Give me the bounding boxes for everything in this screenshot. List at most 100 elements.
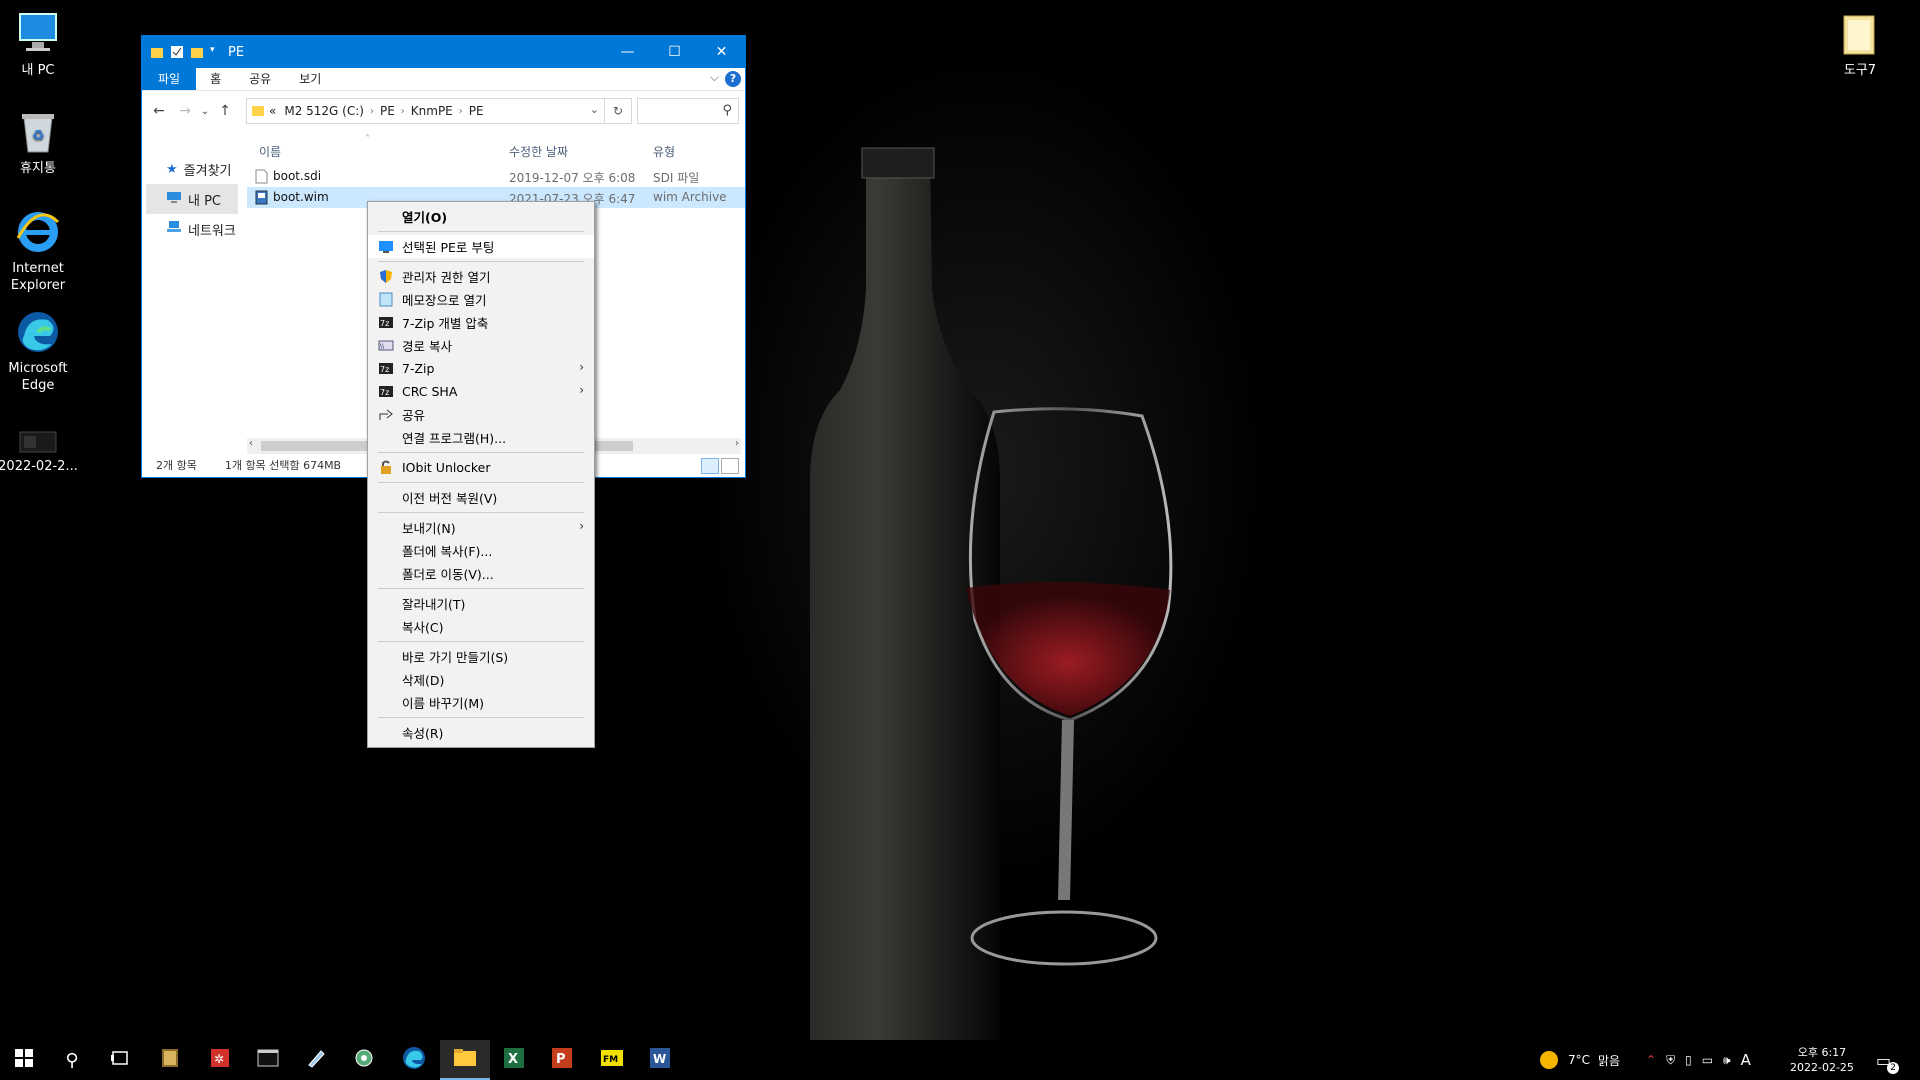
file-row[interactable]: boot.sdi 2019-12-07 오후 6:08 SDI 파일 [247, 166, 745, 187]
desktop-icon-microsoft-edge[interactable]: Microsoft Edge [0, 308, 78, 394]
file-icon [255, 169, 268, 184]
minimize-button[interactable]: — [604, 36, 651, 68]
chevron-right-icon[interactable]: › [401, 106, 405, 117]
volume-icon[interactable]: 🕪 [1723, 1053, 1731, 1068]
large-icons-view-icon[interactable] [721, 458, 739, 474]
new-folder-icon[interactable] [190, 45, 204, 59]
start-button[interactable] [0, 1040, 48, 1080]
refresh-icon[interactable]: ↻ [604, 99, 631, 123]
menu-item-send-to[interactable]: 보내기(N) › [368, 516, 594, 539]
weather-widget[interactable]: 7°C 맑음 [1540, 1040, 1620, 1080]
close-button[interactable]: ✕ [698, 36, 745, 68]
svg-text:✲: ✲ [214, 1052, 224, 1066]
expand-ribbon-icon[interactable]: ⌵ [710, 70, 719, 85]
tab-home[interactable]: 홈 [196, 68, 235, 90]
tab-file[interactable]: 파일 [142, 68, 197, 90]
title-bar[interactable]: ▾ PE — ☐ ✕ [142, 36, 745, 68]
file-explorer-icon [453, 1047, 477, 1071]
menu-item-crc-sha[interactable]: 7z CRC SHA › [368, 380, 594, 403]
forward-button[interactable]: → [172, 103, 198, 119]
recent-locations-button[interactable]: ⌄ [198, 106, 212, 117]
chevron-right-icon[interactable]: › [459, 106, 463, 117]
desktop-icon-tools7[interactable]: 도구7 [1820, 10, 1900, 79]
scroll-left-icon[interactable]: ‹ [249, 438, 253, 449]
menu-item-create-shortcut[interactable]: 바로 가기 만들기(S) [368, 645, 594, 668]
help-icon[interactable]: ? [725, 71, 741, 87]
nav-item-my-pc[interactable]: 내 PC [146, 184, 238, 214]
chevron-up-icon[interactable]: ⌃ [1646, 1053, 1656, 1067]
menu-item-copy-path[interactable]: \\ 경로 복사 [368, 334, 594, 357]
taskbar-app-terminal[interactable] [244, 1040, 292, 1080]
column-header-name[interactable]: 이름 [259, 143, 281, 160]
nav-item-network[interactable]: 네트워크 [142, 214, 242, 244]
maximize-button[interactable]: ☐ [651, 36, 698, 68]
taskbar-app-settings-tool[interactable] [340, 1040, 388, 1080]
menu-item-move-to-folder[interactable]: 폴더로 이동(V)... [368, 562, 594, 585]
menu-item-cut[interactable]: 잘라내기(T) [368, 592, 594, 615]
breadcrumb-drive[interactable]: M2 512G (C:) [284, 104, 364, 118]
taskbar-app-file-explorer[interactable] [440, 1040, 490, 1080]
menu-item-share[interactable]: 공유 [368, 403, 594, 426]
menu-item-7zip[interactable]: 7z 7-Zip › [368, 357, 594, 380]
desktop-icon-screenshot-file[interactable]: 2022-02-2... [0, 428, 78, 475]
desktop-icon-internet-explorer[interactable]: Internet Explorer [0, 208, 78, 294]
task-view-button[interactable] [96, 1040, 144, 1080]
taskbar-app-edge[interactable] [390, 1040, 438, 1080]
quick-access-dropdown-icon[interactable]: ▾ [210, 45, 218, 59]
taskbar-app-excel[interactable]: X [490, 1040, 538, 1080]
menu-item-copy[interactable]: 복사(C) [368, 615, 594, 638]
breadcrumb-pe[interactable]: PE [380, 104, 395, 118]
usb-icon[interactable]: ▯ [1685, 1053, 1692, 1067]
breadcrumb-current[interactable]: PE [469, 104, 484, 118]
menu-item-open[interactable]: 열기(O) [368, 205, 594, 228]
network-tray-icon[interactable]: ▭ [1702, 1053, 1713, 1067]
tab-view[interactable]: 보기 [285, 68, 335, 90]
menu-item-iobit-unlocker[interactable]: IObit Unlocker [368, 456, 594, 479]
menu-item-7zip-compress[interactable]: 7z 7-Zip 개별 압축 [368, 311, 594, 334]
tab-share[interactable]: 공유 [235, 68, 285, 90]
breadcrumb-knmpe[interactable]: KnmPE [411, 104, 453, 118]
address-dropdown-icon[interactable]: ⌄ [590, 103, 599, 116]
taskbar-app-word[interactable]: W [636, 1040, 684, 1080]
taskbar-app-pen[interactable] [292, 1040, 340, 1080]
menu-item-delete[interactable]: 삭제(D) [368, 668, 594, 691]
up-button[interactable]: ↑ [212, 103, 238, 119]
menu-item-label: 메모장으로 열기 [402, 293, 487, 308]
menu-item-restore-previous[interactable]: 이전 버전 복원(V) [368, 486, 594, 509]
nav-item-favorites[interactable]: ★ 즐겨찾기 [142, 154, 242, 184]
search-input[interactable]: ⚲ [637, 98, 739, 124]
ime-indicator[interactable]: A [1741, 1051, 1751, 1069]
column-header-modified[interactable]: 수정한 날짜 [509, 143, 568, 160]
menu-item-label: 복사(C) [402, 620, 444, 635]
menu-item-open-notepad[interactable]: 메모장으로 열기 [368, 288, 594, 311]
details-view-icon[interactable] [701, 458, 719, 474]
context-menu: 열기(O) 선택된 PE로 부팅 관리자 권한 열기 메모장으로 열기 7z 7… [367, 201, 595, 748]
menu-item-rename[interactable]: 이름 바꾸기(M) [368, 691, 594, 714]
scroll-right-icon[interactable]: › [735, 438, 739, 449]
taskbar-app-tool[interactable]: ✲ [196, 1040, 244, 1080]
breadcrumb-overflow[interactable]: « [269, 104, 276, 118]
taskbar-app-winrar[interactable] [146, 1040, 194, 1080]
menu-item-properties[interactable]: 속성(R) [368, 721, 594, 744]
desktop-icon-recycle-bin[interactable]: ♻ 휴지통 [0, 108, 78, 177]
menu-item-boot-pe[interactable]: 선택된 PE로 부팅 [368, 235, 594, 258]
menu-item-open-with[interactable]: 연결 프로그램(H)... [368, 426, 594, 449]
taskbar-app-fm[interactable]: FM [588, 1040, 636, 1080]
menu-item-run-as-admin[interactable]: 관리자 권한 열기 [368, 265, 594, 288]
properties-icon[interactable] [170, 45, 184, 59]
clock[interactable]: 오후 6:17 2022-02-25 [1790, 1040, 1854, 1080]
column-header-type[interactable]: 유형 [653, 143, 675, 160]
back-button[interactable]: ← [146, 103, 172, 119]
desktop-icon-my-pc[interactable]: 내 PC [0, 10, 78, 79]
chevron-right-icon[interactable]: › [370, 106, 374, 117]
menu-item-label: 속성(R) [402, 726, 444, 741]
star-icon: ★ [166, 161, 178, 177]
address-bar[interactable]: « M2 512G (C:) › PE › KnmPE › PE ⌄ ↻ [246, 98, 632, 124]
shield-tray-icon[interactable]: ⛨ [1666, 1053, 1675, 1068]
search-button[interactable]: ⚲ [48, 1040, 96, 1080]
taskbar-app-powerpoint[interactable]: P [538, 1040, 586, 1080]
column-headers: ˄ 이름 수정한 날짜 유형 [247, 134, 745, 166]
notification-center-button[interactable]: ▭ 2 [1876, 1040, 1900, 1080]
menu-item-copy-to-folder[interactable]: 폴더에 복사(F)... [368, 539, 594, 562]
notification-icon: ▭ 2 [1876, 1051, 1900, 1074]
